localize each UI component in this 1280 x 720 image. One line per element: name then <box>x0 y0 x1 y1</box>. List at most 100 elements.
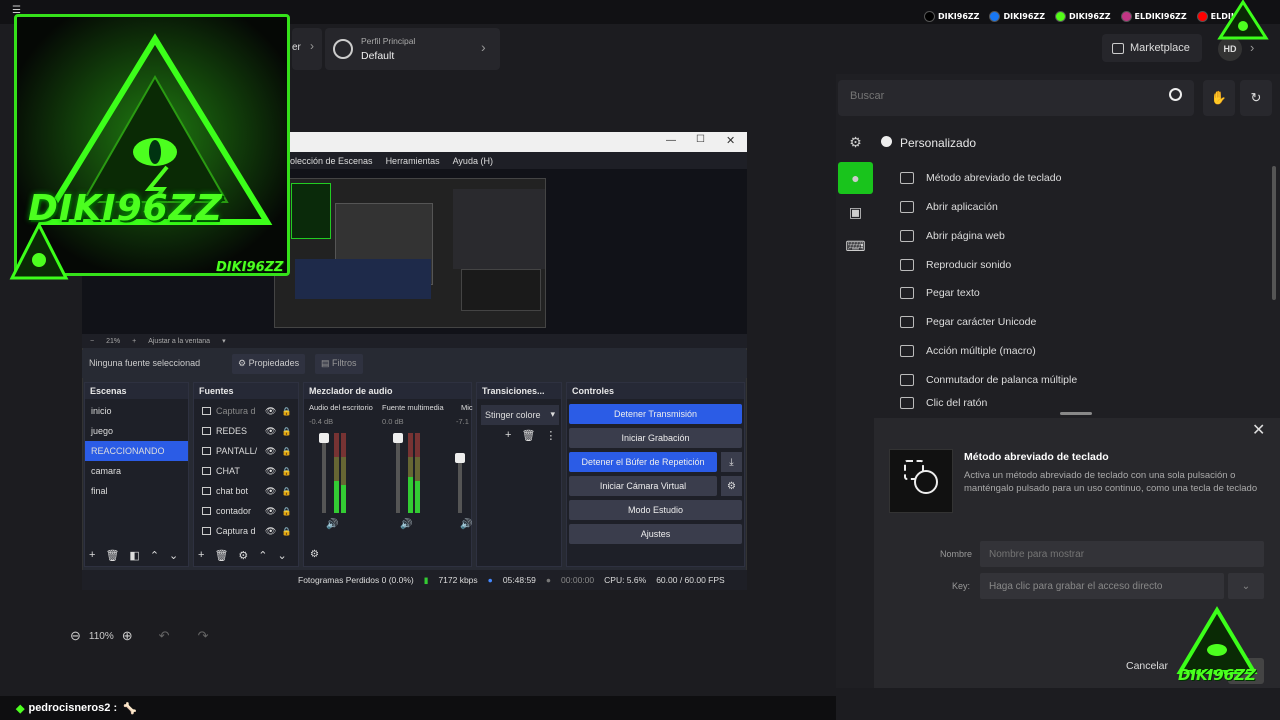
eye-icon[interactable]: 👁 <box>265 426 276 437</box>
source-item[interactable]: CHAT 👁 🔒 <box>194 461 298 481</box>
lock-icon[interactable]: 🔒 <box>281 447 291 456</box>
source-item[interactable]: Captura d 👁 🔒 <box>194 401 298 421</box>
transition-select[interactable]: Stinger colore ▾ <box>481 405 559 425</box>
search-input[interactable] <box>850 90 1150 102</box>
trash-icon[interactable]: 🗑 <box>521 429 535 442</box>
scene-item[interactable]: inicio <box>85 401 188 421</box>
speaker-icon[interactable]: 🔊 <box>400 519 412 530</box>
obs-zoom-item[interactable]: − <box>90 338 94 345</box>
speaker-icon[interactable]: 🔊 <box>460 519 472 530</box>
refresh-icon[interactable]: ↻ <box>1240 80 1272 116</box>
lock-icon[interactable]: 🔒 <box>281 487 291 496</box>
source-item[interactable]: PANTALL/ 👁 🔒 <box>194 441 298 461</box>
control-button[interactable]: Modo Estudio <box>569 500 742 520</box>
action-item[interactable]: Acción múltiple (macro) <box>900 337 1036 365</box>
action-item[interactable]: Conmutador de palanca múltiple <box>900 366 1077 394</box>
control-button[interactable]: Detener el Búfer de Repetición <box>569 452 717 472</box>
scene-item[interactable]: final <box>85 481 188 501</box>
action-item[interactable]: Abrir aplicación <box>900 193 998 221</box>
volume-slider[interactable] <box>393 433 403 513</box>
obs-zoom-item[interactable]: 21% <box>106 338 120 345</box>
trash-icon[interactable]: 🗑 <box>214 549 228 562</box>
add-icon[interactable]: + <box>505 429 511 442</box>
obs-preview-canvas[interactable] <box>274 178 546 328</box>
volume-slider[interactable] <box>455 453 465 513</box>
action-item[interactable]: Pegar carácter Unicode <box>900 308 1036 336</box>
search-icon[interactable] <box>1169 88 1182 101</box>
action-item[interactable]: Abrir página web <box>900 222 1005 250</box>
close-icon[interactable]: ✕ <box>726 134 735 147</box>
source-item[interactable]: Captura d 👁 🔒 <box>194 521 298 541</box>
sliders-icon[interactable]: ⚙ <box>838 126 873 158</box>
zoom-in-icon[interactable]: ⊕ <box>122 628 133 644</box>
action-item[interactable]: Reproducir sonido <box>900 251 1011 279</box>
eye-icon[interactable]: 👁 <box>265 506 276 517</box>
source-item[interactable]: chat bot 👁 🔒 <box>194 481 298 501</box>
keyboard-icon[interactable]: ⌨ <box>838 230 873 262</box>
obs-zoom-item[interactable]: + <box>132 338 136 345</box>
action-item[interactable]: Clic del ratón <box>900 395 987 409</box>
chevron-down-icon[interactable]: ▾ <box>222 337 226 345</box>
avatar[interactable]: HD <box>1218 37 1242 61</box>
lock-icon[interactable]: 🔒 <box>281 407 291 416</box>
scrollbar[interactable] <box>1272 166 1276 300</box>
volume-slider[interactable] <box>319 433 329 513</box>
breadcrumb-device[interactable]: er › <box>292 28 322 70</box>
add-icon[interactable]: + <box>89 549 95 562</box>
filter-icon[interactable]: ◧ <box>129 549 139 562</box>
source-item[interactable]: REDES 👁 🔒 <box>194 421 298 441</box>
filters-button[interactable]: ▤ Filtros <box>315 354 363 374</box>
chevron-down-icon[interactable]: ⌄ <box>1228 573 1264 599</box>
drag-handle[interactable] <box>874 410 1280 418</box>
gear-icon[interactable]: ⚙ <box>721 476 742 496</box>
obs-zoom-item[interactable]: Ajustar a la ventana <box>148 338 210 345</box>
undo-icon[interactable]: ↶ <box>159 628 170 644</box>
obs-menu-item[interactable]: Ayuda (H) <box>453 156 493 166</box>
speaker-icon[interactable]: 🔊 <box>326 519 338 530</box>
marketplace-button[interactable]: Marketplace <box>1102 34 1202 62</box>
source-item[interactable]: contador 👁 🔒 <box>194 501 298 521</box>
arrow-down-icon[interactable]: ⌄ <box>278 549 287 562</box>
lock-icon[interactable]: 🔒 <box>281 527 291 536</box>
download-icon[interactable]: ⤓ <box>721 452 742 472</box>
eye-icon[interactable]: 👁 <box>265 466 276 477</box>
eye-icon[interactable]: 👁 <box>265 446 276 457</box>
control-button[interactable]: Iniciar Cámara Virtual <box>569 476 717 496</box>
key-record-field[interactable]: Haga clic para grabar el acceso directo <box>980 573 1224 599</box>
eye-icon[interactable]: 👁 <box>265 526 276 537</box>
name-input[interactable] <box>980 541 1264 567</box>
eye-icon[interactable]: 👁 <box>265 486 276 497</box>
eye-icon[interactable]: 👁 <box>265 406 276 417</box>
control-button[interactable]: Ajustes <box>569 524 742 544</box>
obs-menu-item[interactable]: Herramientas <box>386 156 440 166</box>
scene-item[interactable]: juego <box>85 421 188 441</box>
zoom-out-icon[interactable]: ⊖ <box>70 628 81 644</box>
cancel-button[interactable]: Cancelar <box>1126 660 1168 672</box>
arrow-down-icon[interactable]: ⌄ <box>169 549 178 562</box>
breadcrumb-profile[interactable]: Perfil Principal Default › <box>325 28 500 70</box>
lock-icon[interactable]: 🔒 <box>281 467 291 476</box>
minimize-icon[interactable]: — <box>666 135 676 146</box>
gear-icon[interactable]: ⚙ <box>238 549 248 562</box>
maximize-icon[interactable]: ☐ <box>696 134 705 145</box>
hand-icon[interactable]: ✋ <box>1203 80 1235 116</box>
properties-button[interactable]: ⚙ Propiedades <box>232 354 306 374</box>
trash-icon[interactable]: 🗑 <box>105 549 119 562</box>
lock-icon[interactable]: 🔒 <box>281 427 291 436</box>
scene-item[interactable]: camara <box>85 461 188 481</box>
control-button[interactable]: Iniciar Grabación <box>569 428 742 448</box>
lock-icon[interactable]: 🔒 <box>281 507 291 516</box>
palette-icon[interactable]: ● <box>838 162 873 194</box>
arrow-up-icon[interactable]: ⌃ <box>150 549 159 562</box>
mixer-settings-icon[interactable]: ⚙ <box>310 549 319 560</box>
scene-item[interactable]: REACCIONANDO <box>85 441 188 461</box>
arrow-up-icon[interactable]: ⌃ <box>258 549 267 562</box>
more-icon[interactable]: ⋮ <box>545 429 556 442</box>
obs-menu-item[interactable]: olección de Escenas <box>290 156 373 166</box>
os-icon[interactable]: ▣ <box>838 196 873 228</box>
add-icon[interactable]: + <box>198 549 204 562</box>
redo-icon[interactable]: ↷ <box>198 628 209 644</box>
close-icon[interactable]: ✕ <box>1252 420 1265 440</box>
action-item[interactable]: Método abreviado de teclado <box>900 164 1061 192</box>
action-item[interactable]: Pegar texto <box>900 279 980 307</box>
